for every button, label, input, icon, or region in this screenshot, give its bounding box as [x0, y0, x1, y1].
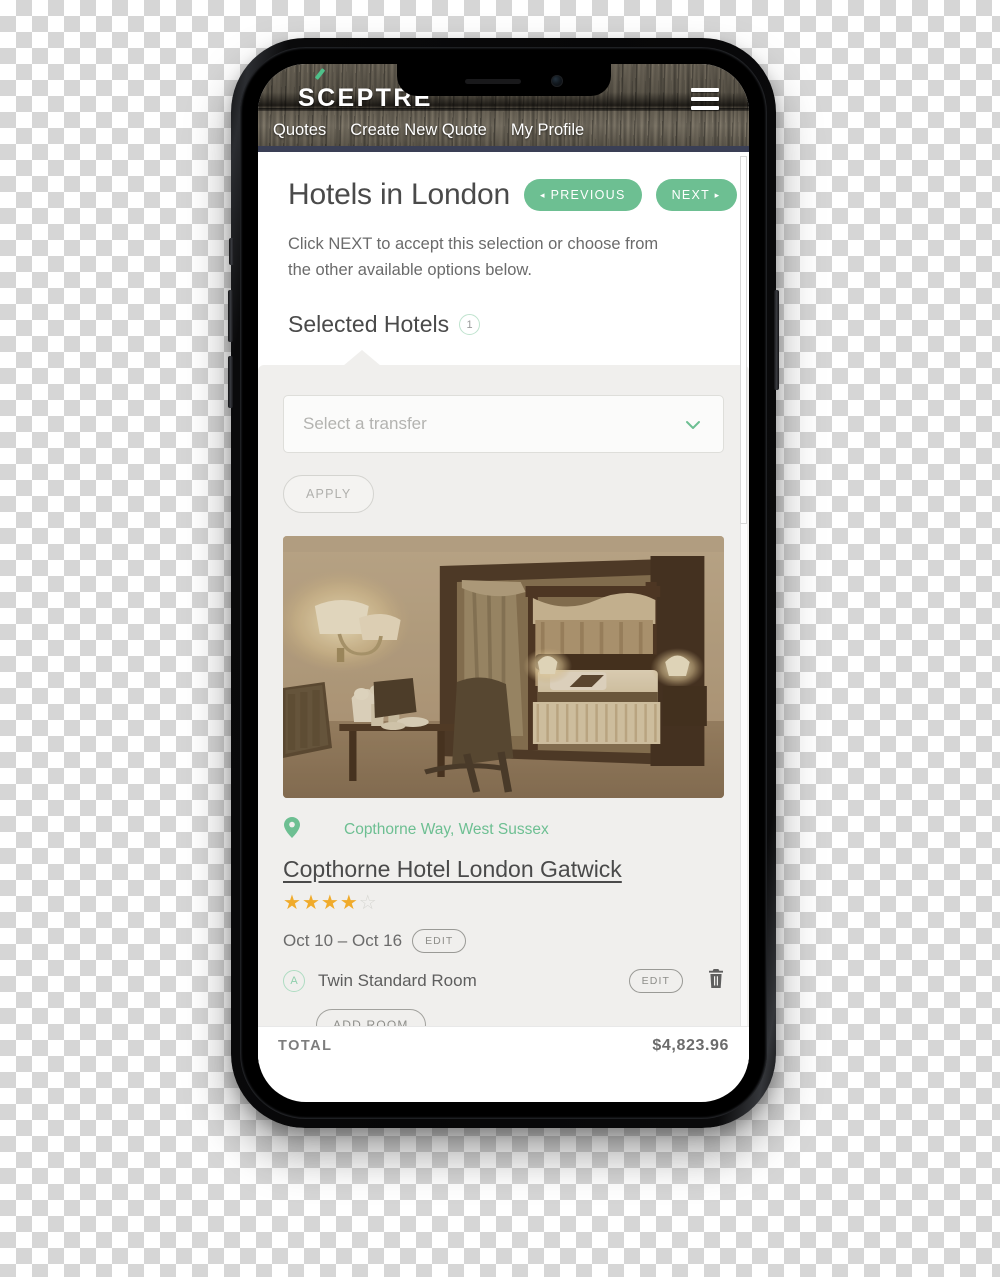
- earpiece-speaker-icon: [464, 78, 521, 84]
- room-name: Twin Standard Room: [318, 971, 477, 991]
- star-filled-icon: ★: [320, 892, 340, 915]
- total-bar: TOTAL $4,823.96: [258, 1026, 749, 1064]
- volume-up-button[interactable]: [228, 290, 233, 342]
- phone-screen: SCEPTRE Quotes Create New Quote My Profi…: [258, 64, 749, 1102]
- star-filled-icon: ★: [301, 892, 321, 915]
- star-filled-icon: ★: [283, 892, 302, 915]
- hotel-dates: Oct 10 – Oct 16: [283, 931, 403, 951]
- edit-room-button[interactable]: EDIT: [628, 969, 683, 994]
- hotel-dates-row: Oct 10 – Oct 16 EDIT: [283, 929, 724, 954]
- phone-notch: [396, 64, 611, 96]
- logo-accent-icon: [314, 68, 326, 80]
- hotel-location-text: Copthorne Way, West Sussex: [344, 821, 549, 839]
- hotel-room-illustration: [283, 536, 724, 799]
- nav-item-create-new-quote[interactable]: Create New Quote: [350, 121, 487, 140]
- total-label: TOTAL: [278, 1037, 333, 1054]
- volume-down-button[interactable]: [228, 356, 233, 408]
- selected-hotels-header: Selected Hotels 1: [258, 283, 749, 338]
- transfer-select-placeholder: Select a transfer: [303, 414, 427, 434]
- scrollbar-thumb[interactable]: [740, 156, 747, 524]
- app-content-area: Hotels in London ◂ PREVIOUS NEXT ▸ Click…: [258, 152, 749, 1064]
- page-instructions: Click NEXT to accept this selection or c…: [288, 235, 659, 279]
- hamburger-bar: [691, 88, 719, 92]
- previous-button-label: PREVIOUS: [550, 188, 626, 202]
- chevron-down-icon: [683, 415, 703, 440]
- star-empty-icon: ☆: [358, 892, 378, 915]
- nav-item-quotes[interactable]: Quotes: [273, 121, 326, 140]
- hotel-room-photo[interactable]: [283, 536, 724, 799]
- front-camera-icon: [550, 75, 563, 87]
- hotel-card: Select a transfer APPLY Copthorne Way, W…: [258, 365, 749, 1042]
- chevron-left-icon: ◂: [539, 190, 546, 200]
- hotel-location-row: Copthorne Way, West Sussex: [283, 817, 724, 843]
- card-pointer-arrow: [343, 350, 381, 367]
- phone-device-frame: SCEPTRE Quotes Create New Quote My Profi…: [228, 38, 779, 1128]
- chevron-right-icon: ▸: [714, 190, 721, 200]
- total-value: $4,823.96: [652, 1036, 729, 1054]
- mute-switch-button[interactable]: [229, 238, 234, 265]
- next-button-label: NEXT: [671, 188, 710, 202]
- room-row: A Twin Standard Room EDIT: [283, 969, 724, 994]
- room-letter-badge: A: [283, 970, 305, 993]
- power-button[interactable]: [774, 290, 779, 390]
- edit-dates-button[interactable]: EDIT: [412, 929, 467, 954]
- selected-hotels-title: Selected Hotels: [288, 311, 450, 338]
- nav-item-my-profile[interactable]: My Profile: [511, 121, 584, 140]
- hotel-name-link[interactable]: Copthorne Hotel London Gatwick: [283, 856, 724, 883]
- star-filled-icon: ★: [339, 892, 359, 915]
- hamburger-bar: [691, 97, 719, 101]
- transfer-select[interactable]: Select a transfer: [283, 395, 724, 454]
- hotel-card-wrapper: Select a transfer APPLY Copthorne Way, W…: [258, 350, 749, 1042]
- page-title-row: Hotels in London ◂ PREVIOUS NEXT ▸: [258, 152, 749, 212]
- hotel-star-rating: ★★★★☆: [283, 890, 724, 915]
- next-button[interactable]: NEXT ▸: [655, 179, 737, 211]
- scroll-content: Hotels in London ◂ PREVIOUS NEXT ▸ Click…: [258, 152, 749, 1042]
- main-navigation: Quotes Create New Quote My Profile: [258, 108, 749, 152]
- page-title: Hotels in London: [288, 178, 510, 211]
- previous-button[interactable]: ◂ PREVIOUS: [523, 179, 642, 211]
- apply-button[interactable]: APPLY: [283, 475, 375, 514]
- trash-icon[interactable]: [708, 969, 724, 993]
- location-pin-icon: [284, 817, 302, 843]
- hamburger-menu-icon[interactable]: [691, 88, 719, 110]
- selected-hotels-count-badge: 1: [459, 314, 481, 336]
